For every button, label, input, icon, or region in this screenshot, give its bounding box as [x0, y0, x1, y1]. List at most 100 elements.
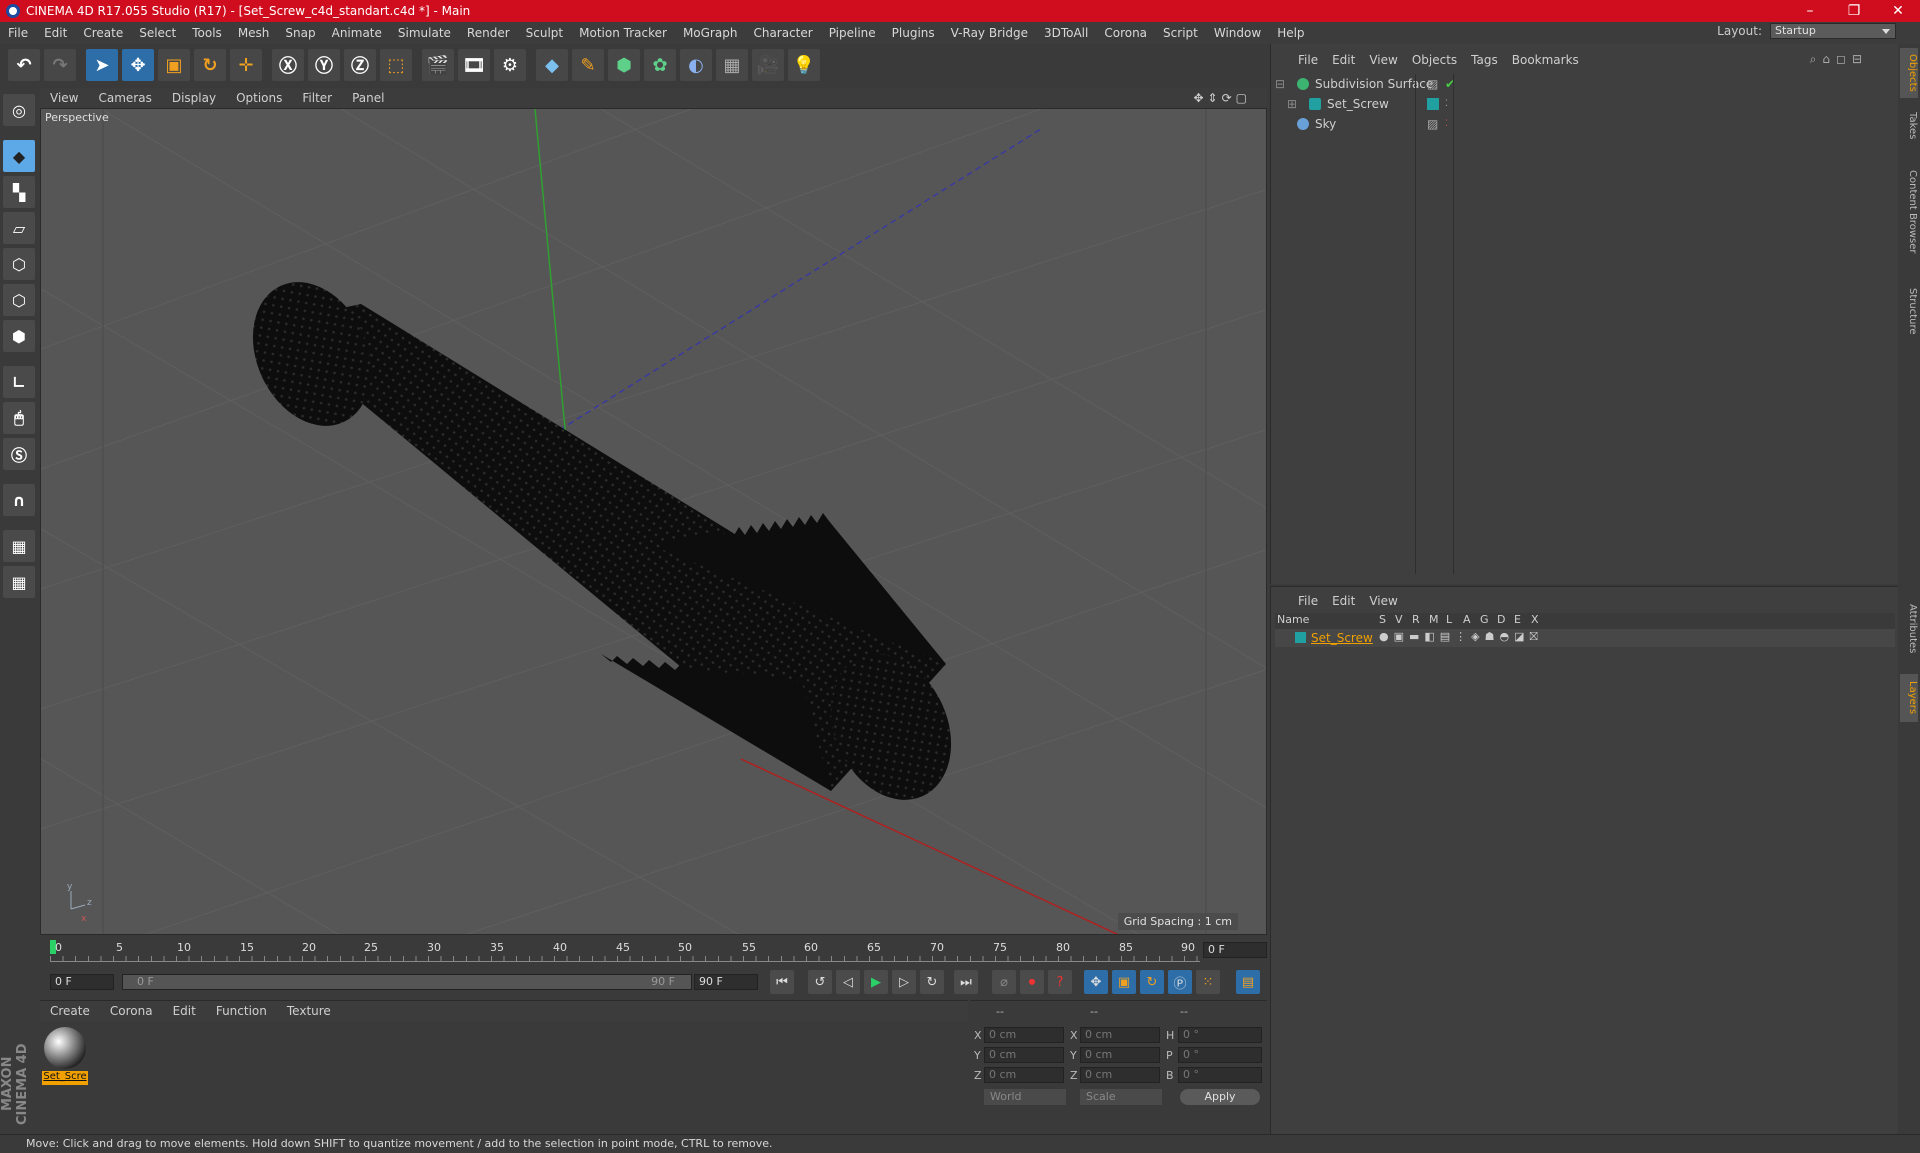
menu-mesh[interactable]: Mesh	[230, 26, 278, 40]
coordinate-system-icon[interactable]: ⬚	[380, 49, 412, 81]
menu-pipeline[interactable]: Pipeline	[821, 26, 884, 40]
start-frame-field[interactable]: 0 F	[50, 974, 114, 990]
object-menu-bookmarks[interactable]: Bookmarks	[1505, 53, 1586, 67]
object-manager-nav-icons[interactable]: ⌕⌂◻⊟	[1810, 52, 1868, 67]
side-tab-attributes[interactable]: Attributes	[1900, 589, 1918, 669]
tree-expand-icon[interactable]: ⊞	[1275, 97, 1309, 111]
side-tab-content-browser[interactable]: Content Browser	[1900, 152, 1918, 272]
menu-sculpt[interactable]: Sculpt	[518, 26, 571, 40]
coord-system-dropdown[interactable]: World	[984, 1089, 1066, 1105]
column-header[interactable]: E	[1514, 613, 1521, 626]
render-settings-icon[interactable]: ⚙	[494, 49, 526, 81]
material-preview-sphere[interactable]	[44, 1027, 86, 1069]
menu-simulate[interactable]: Simulate	[390, 26, 459, 40]
workplane-lock-icon[interactable]: ▦	[3, 530, 35, 562]
menu-select[interactable]: Select	[131, 26, 184, 40]
position-z-field[interactable]: 0 cm	[984, 1067, 1064, 1083]
material-menu-function[interactable]: Function	[206, 1004, 277, 1018]
layer-menu-edit[interactable]: Edit	[1325, 594, 1362, 608]
column-header[interactable]: X	[1531, 613, 1539, 626]
position-y-field[interactable]: 0 cm	[984, 1047, 1064, 1063]
deformer-icon[interactable]: ◐	[680, 49, 712, 81]
column-header[interactable]: G	[1480, 613, 1489, 626]
material-menu-texture[interactable]: Texture	[277, 1004, 341, 1018]
pen-spline-icon[interactable]: ✎	[572, 49, 604, 81]
cloner-icon[interactable]: ✿	[644, 49, 676, 81]
move-tool-icon[interactable]: ✥	[122, 49, 154, 81]
layer-toggle-icons[interactable]: ●▣▬◧▤⋮◈☗◓◪⛝	[1379, 630, 1543, 644]
key-parameter-icon[interactable]: Ⓟ	[1168, 970, 1192, 994]
frame-range-slider[interactable]: 0 F 90 F	[122, 974, 692, 990]
material-menu-edit[interactable]: Edit	[163, 1004, 206, 1018]
goto-end-icon[interactable]: ⏭	[954, 970, 978, 994]
axis-mode-icon[interactable]: ∟	[3, 366, 35, 398]
menu-edit[interactable]: Edit	[36, 26, 75, 40]
rotation-b-field[interactable]: 0 °	[1178, 1067, 1262, 1083]
side-tab-layers[interactable]: Layers	[1900, 674, 1918, 722]
layout-dropdown[interactable]: Startup	[1770, 23, 1896, 39]
apply-button[interactable]: Apply	[1180, 1089, 1260, 1105]
previous-frame-icon[interactable]: ◁	[836, 970, 860, 994]
undo-icon[interactable]: ↶	[8, 49, 40, 81]
end-frame-field[interactable]: 90 F	[694, 974, 758, 990]
texture-mode-icon[interactable]: ▚	[3, 176, 35, 208]
menu-mograph[interactable]: MoGraph	[675, 26, 746, 40]
points-mode-icon[interactable]: ⬡	[3, 248, 35, 280]
column-header[interactable]: D	[1497, 613, 1505, 626]
column-header[interactable]: V	[1395, 613, 1403, 626]
keyframe-selection-icon[interactable]: ?	[1048, 970, 1072, 994]
menu-corona[interactable]: Corona	[1096, 26, 1155, 40]
viewport-menu-filter[interactable]: Filter	[292, 91, 342, 105]
previous-keyframe-icon[interactable]: ↺	[808, 970, 832, 994]
object-menu-view[interactable]: View	[1362, 53, 1404, 67]
menu-vray-bridge[interactable]: V-Ray Bridge	[943, 26, 1036, 40]
close-button[interactable]: ✕	[1876, 0, 1920, 22]
menu-animate[interactable]: Animate	[324, 26, 390, 40]
material-menu-corona[interactable]: Corona	[100, 1004, 163, 1018]
visibility-dots-icon[interactable]: ⁚	[1445, 119, 1448, 129]
timeline-ruler[interactable]: 0 5 10 15 20 25 30 35 40 45 50 55 60 65 …	[40, 938, 1267, 966]
object-name[interactable]: Sky	[1315, 117, 1336, 131]
menu-file[interactable]: File	[0, 26, 36, 40]
object-row-subdivision-surface[interactable]: ⊟ Subdivision Surface ▨ ✔	[1275, 74, 1895, 94]
light-icon[interactable]: 💡	[788, 49, 820, 81]
goto-start-icon[interactable]: ⏮	[770, 970, 794, 994]
column-header[interactable]: L	[1446, 613, 1452, 626]
position-x-field[interactable]: 0 cm	[984, 1027, 1064, 1043]
object-menu-edit[interactable]: Edit	[1325, 53, 1362, 67]
menu-plugins[interactable]: Plugins	[884, 26, 943, 40]
viewport-nav-icons[interactable]: ✥⇕⟳▢	[1183, 91, 1261, 105]
x-axis-lock-icon[interactable]: Ⓧ	[272, 49, 304, 81]
camera-icon[interactable]: 🎥	[752, 49, 784, 81]
size-mode-dropdown[interactable]: Scale	[1080, 1089, 1162, 1105]
set-screw-mesh[interactable]	[230, 263, 973, 820]
render-view-icon[interactable]: 🎬	[422, 49, 454, 81]
next-frame-icon[interactable]: ▷	[892, 970, 916, 994]
side-tab-structure[interactable]: Structure	[1900, 276, 1918, 346]
viewport-menu-cameras[interactable]: Cameras	[88, 91, 161, 105]
layer-name[interactable]: Set_Screw	[1311, 631, 1373, 645]
render-picture-viewer-icon[interactable]: 🎞	[458, 49, 490, 81]
autokey-icon[interactable]: ⏺	[1020, 970, 1044, 994]
menu-motion-tracker[interactable]: Motion Tracker	[571, 26, 675, 40]
layer-color-swatch[interactable]	[1427, 98, 1439, 110]
scale-tool-icon[interactable]: ▣	[158, 49, 190, 81]
object-menu-tags[interactable]: Tags	[1464, 53, 1505, 67]
next-keyframe-icon[interactable]: ↻	[920, 970, 944, 994]
menu-tools[interactable]: Tools	[184, 26, 230, 40]
object-name[interactable]: Set_Screw	[1327, 97, 1389, 111]
visibility-dots-icon[interactable]: ⁚	[1445, 99, 1448, 109]
y-axis-lock-icon[interactable]: Ⓨ	[308, 49, 340, 81]
object-menu-objects[interactable]: Objects	[1405, 53, 1464, 67]
subdivision-icon[interactable]: ⬢	[608, 49, 640, 81]
material-menu-create[interactable]: Create	[40, 1004, 100, 1018]
tree-expand-icon[interactable]: ⊟	[1275, 77, 1297, 91]
menu-help[interactable]: Help	[1269, 26, 1312, 40]
column-header[interactable]: S	[1379, 613, 1386, 626]
viewport-menu-view[interactable]: View	[40, 91, 88, 105]
select-arrow-icon[interactable]: ➤	[86, 49, 118, 81]
menu-create[interactable]: Create	[75, 26, 131, 40]
viewport-menu-options[interactable]: Options	[226, 91, 292, 105]
rotation-p-field[interactable]: 0 °	[1178, 1047, 1262, 1063]
layer-tag-icon[interactable]: ▨	[1427, 77, 1438, 91]
